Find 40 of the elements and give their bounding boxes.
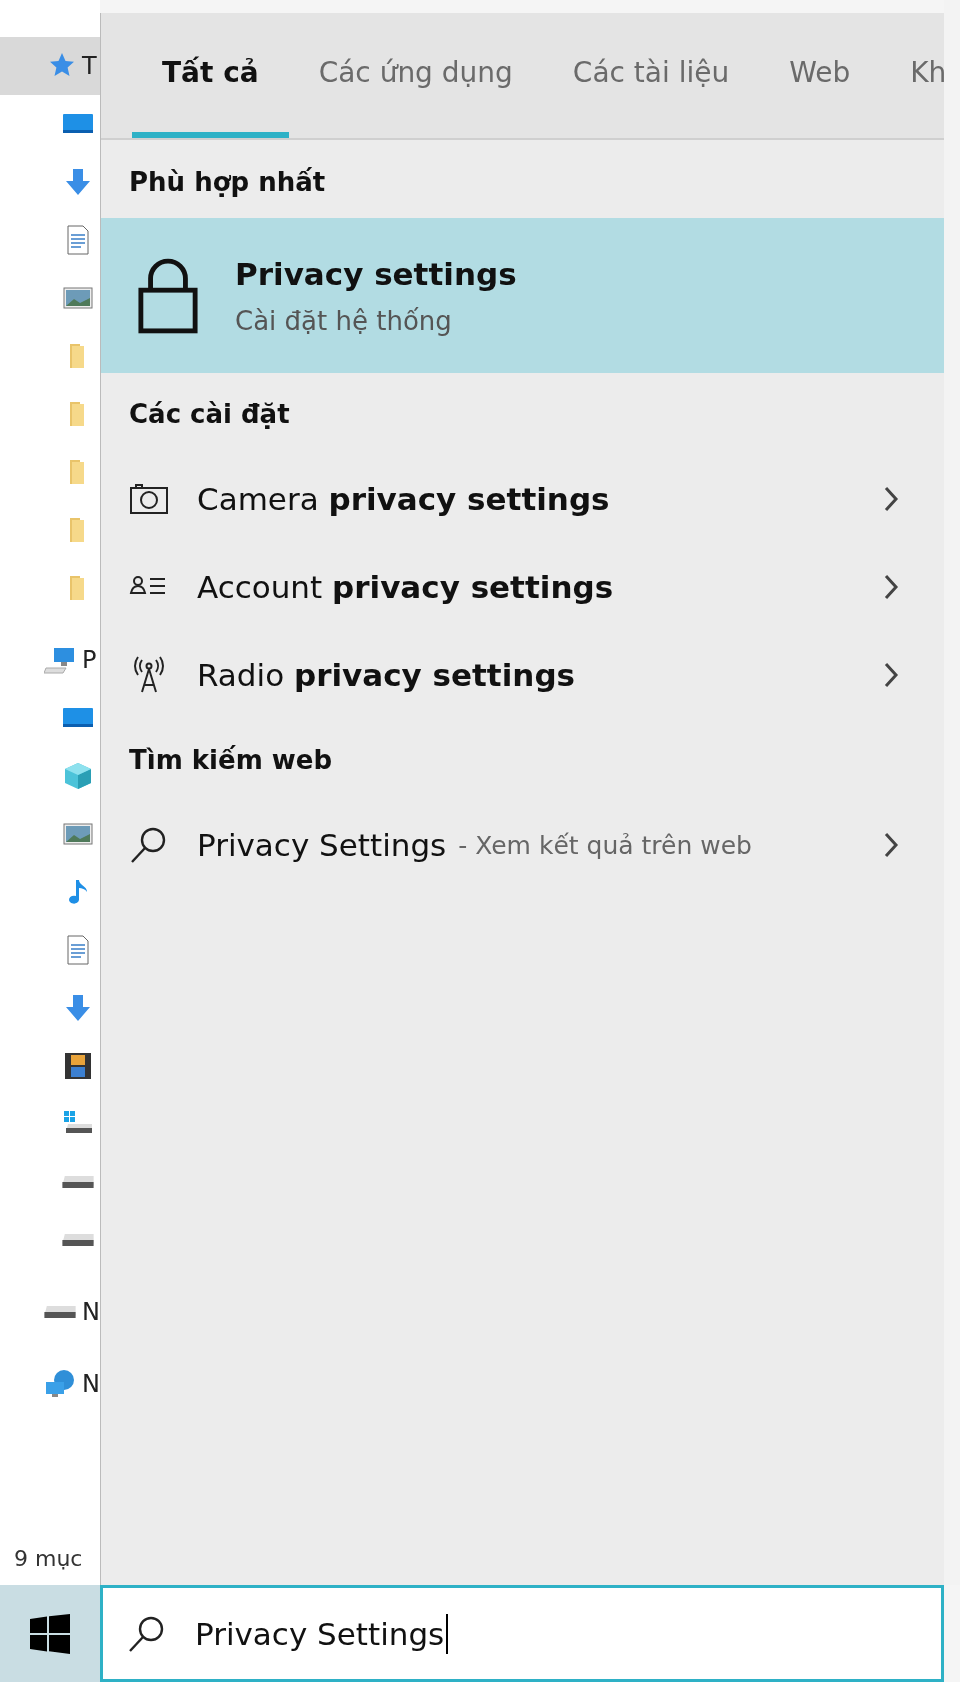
result-title: Privacy settings — [235, 255, 517, 292]
section-heading: Các cài đặt — [128, 398, 291, 431]
film-icon — [62, 1050, 94, 1082]
result-title: Privacy Settings — [197, 827, 447, 863]
section-heading: Tìm kiếm web — [128, 744, 334, 777]
drive-icon — [62, 1176, 94, 1188]
cube-icon — [62, 760, 94, 792]
result-subtitle: Cài đặt hệ thống — [235, 305, 453, 336]
nav-item[interactable]: T — [0, 37, 100, 95]
section-heading: Phù hợp nhất — [128, 166, 327, 199]
search-field[interactable]: Privacy Settings — [100, 1585, 944, 1682]
nav-item[interactable]: P — [0, 631, 100, 689]
drive-icon — [62, 1234, 94, 1246]
web-result[interactable]: Privacy Settings - Xem kết quả trên web — [101, 801, 944, 889]
item-count: 9 mục — [13, 1546, 84, 1573]
filter-tab[interactable]: Các ứng dụng — [288, 13, 543, 138]
nav-item[interactable]: N — [0, 1355, 100, 1413]
chevron-icon — [883, 485, 899, 513]
result-title: Account privacy settings — [197, 569, 615, 605]
settings-result[interactable]: Account privacy settings — [101, 543, 944, 631]
filter-tab[interactable]: Web — [759, 13, 881, 138]
settings-result[interactable]: Camera privacy settings — [101, 455, 944, 543]
filter-tab[interactable]: Kh — [880, 13, 944, 138]
start-icon — [30, 1613, 70, 1654]
chevron-icon — [883, 573, 899, 601]
filter-tab[interactable]: Các tài liệu — [542, 13, 760, 138]
filter-tab[interactable]: Tất cả — [132, 13, 289, 138]
network-icon — [44, 1368, 76, 1400]
text-cursor — [446, 1613, 449, 1654]
drive-icon — [44, 1306, 76, 1318]
lock-icon — [137, 256, 199, 335]
result-title: Radio privacy settings — [197, 657, 577, 693]
chevron-icon — [883, 831, 899, 859]
settings-result[interactable]: Radio privacy settings — [101, 631, 944, 719]
result-title: Camera privacy settings — [197, 481, 611, 517]
chevron-icon — [883, 661, 899, 689]
nav-item[interactable]: N — [0, 1283, 100, 1341]
best-match-result[interactable]: Privacy settings Cài đặt hệ thống — [101, 218, 944, 373]
result-hint: - Xem kết quả trên web — [458, 830, 753, 860]
start-button[interactable] — [0, 1585, 100, 1682]
